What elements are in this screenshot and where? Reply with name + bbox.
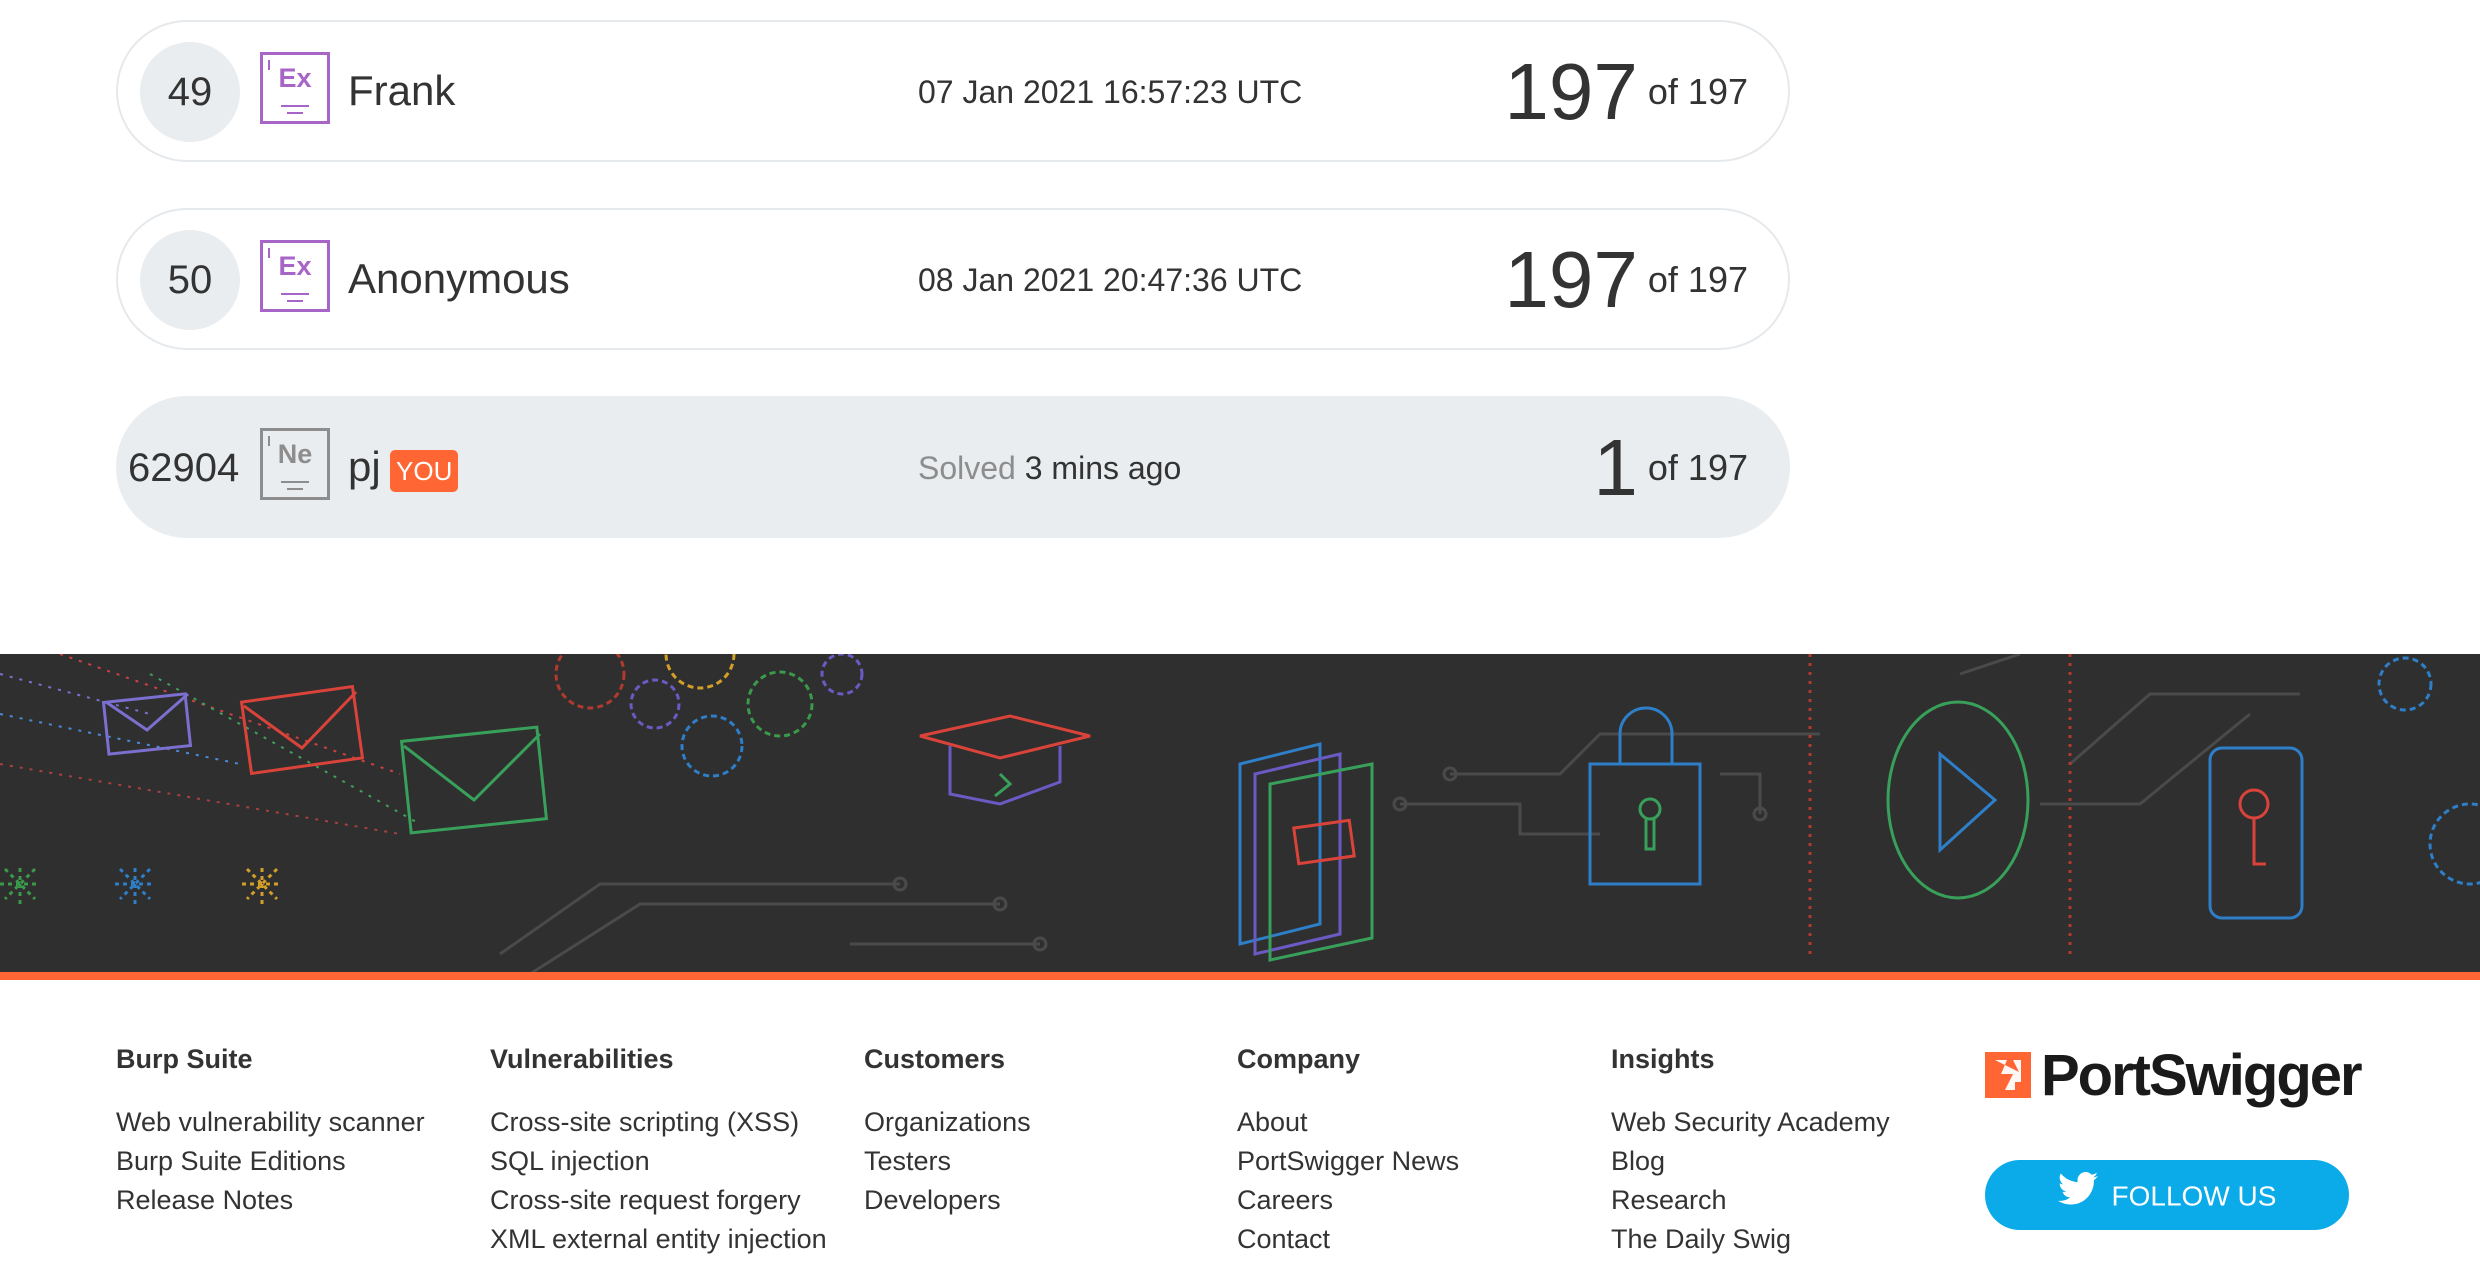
- novice-badge-icon: Ne: [260, 428, 330, 500]
- phone-icon: [2208, 746, 2304, 920]
- solved-timestamp: 08 Jan 2021 20:47:36 UTC: [918, 262, 1303, 298]
- footer-link[interactable]: SQL injection: [490, 1142, 827, 1181]
- footer-link[interactable]: Contact: [1237, 1220, 1459, 1259]
- footer-link[interactable]: Cross-site scripting (XSS): [490, 1103, 827, 1142]
- rank-number: 50: [140, 230, 240, 330]
- footer-heading: Burp Suite: [116, 1044, 253, 1074]
- follow-us-label: FOLLOW US: [2111, 1180, 2277, 1212]
- footer-link[interactable]: Research: [1611, 1181, 1890, 1220]
- user-name: Frank: [348, 67, 456, 114]
- expert-badge-icon: Ex: [260, 240, 330, 312]
- footer-link[interactable]: Testers: [864, 1142, 1031, 1181]
- footer-link[interactable]: PortSwigger News: [1237, 1142, 1459, 1181]
- portswigger-logo-icon: [1985, 1052, 2031, 1098]
- leaderboard-row: 50 Ex Anonymous 08 Jan 2021 20:47:36 UTC…: [116, 208, 1790, 350]
- footer-heading: Insights: [1611, 1044, 1715, 1074]
- envelope-icon: [101, 684, 549, 835]
- footer-col-customers: Customers Organizations Testers Develope…: [864, 1044, 1031, 1220]
- footer-heading: Vulnerabilities: [490, 1044, 674, 1074]
- decorative-banner: [0, 654, 2480, 972]
- solved-label: Solved: [918, 450, 1016, 486]
- score-value: 197: [1504, 47, 1638, 136]
- footer-col-insights: Insights Web Security Academy Blog Resea…: [1611, 1044, 1890, 1259]
- footer-link[interactable]: Burp Suite Editions: [116, 1142, 425, 1181]
- expert-badge-icon: Ex: [260, 52, 330, 124]
- banner-illustration: [0, 654, 2480, 972]
- score: 197 of 197: [1504, 234, 1748, 326]
- play-icon: [1808, 654, 2072, 954]
- solved-timestamp: 07 Jan 2021 16:57:23 UTC: [918, 74, 1303, 110]
- score-total: of 197: [1647, 259, 1748, 300]
- footer-link[interactable]: The Daily Swig: [1611, 1220, 1890, 1259]
- footer-col-vulnerabilities: Vulnerabilities Cross-site scripting (XS…: [490, 1044, 827, 1259]
- footer-link[interactable]: Organizations: [864, 1103, 1031, 1142]
- footer-link[interactable]: Blog: [1611, 1142, 1890, 1181]
- book-icon: [1238, 742, 1374, 962]
- rank-number: 49: [140, 42, 240, 142]
- solved-time: 3 mins ago: [1024, 450, 1182, 486]
- footer-link[interactable]: Cross-site request forgery: [490, 1181, 827, 1220]
- twitter-bird-icon: [2057, 1162, 2098, 1232]
- leaderboard-row: 49 Ex Frank 07 Jan 2021 16:57:23 UTC 197…: [116, 20, 1790, 162]
- score: 1 of 197: [1593, 422, 1748, 514]
- follow-us-button[interactable]: FOLLOW US: [1985, 1160, 2349, 1230]
- logo-wordmark: PortSwigger: [2041, 1043, 2363, 1108]
- footer-link[interactable]: XML external entity injection: [490, 1220, 827, 1259]
- user-name: pj: [348, 443, 381, 490]
- rank-number: 62904: [128, 446, 240, 490]
- graduation-cap-icon: [919, 714, 1091, 806]
- score-value: 1: [1593, 423, 1638, 512]
- footer-link[interactable]: About: [1237, 1103, 1459, 1142]
- score-total: of 197: [1647, 447, 1748, 488]
- footer-link[interactable]: Release Notes: [116, 1181, 425, 1220]
- footer-col-company: Company About PortSwigger News Careers C…: [1237, 1044, 1459, 1259]
- footer-heading: Company: [1237, 1044, 1361, 1074]
- footer-link[interactable]: Careers: [1237, 1181, 1459, 1220]
- score-value: 197: [1504, 235, 1638, 324]
- footer-link[interactable]: Web Security Academy: [1611, 1103, 1890, 1142]
- footer-col-burp-suite: Burp Suite Web vulnerability scanner Bur…: [116, 1044, 425, 1220]
- accent-stripe: [0, 972, 2480, 980]
- score: 197 of 197: [1504, 46, 1748, 138]
- user-name: Anonymous: [348, 255, 570, 302]
- footer-link[interactable]: Developers: [864, 1181, 1031, 1220]
- you-badge: YOU: [390, 450, 459, 492]
- solved-status: Solved 3 mins ago: [918, 450, 1181, 487]
- footer-link[interactable]: Web vulnerability scanner: [116, 1103, 425, 1142]
- footer-heading: Customers: [864, 1044, 1006, 1074]
- leaderboard-row-you: 62904 Ne pj YOU Solved 3 mins ago 1 of 19…: [116, 396, 1790, 538]
- score-total: of 197: [1647, 71, 1748, 112]
